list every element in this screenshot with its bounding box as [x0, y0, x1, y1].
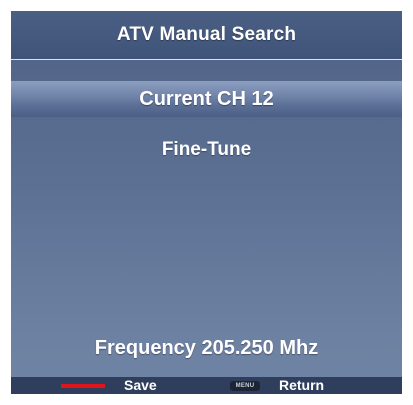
return-hint-label: Return: [279, 377, 325, 393]
red-color-key-icon: [61, 384, 105, 388]
save-hint-label: Save: [124, 377, 157, 393]
fine-tune-item[interactable]: Fine-Tune: [11, 135, 402, 165]
footer-hint-bar: Save MENU Return: [11, 377, 402, 394]
title-divider: [11, 59, 402, 60]
page-title: ATV Manual Search: [11, 11, 402, 59]
atv-manual-search-panel: ATV Manual Search Current CH 12 Fine-Tun…: [11, 11, 402, 394]
current-channel-item[interactable]: Current CH 12: [11, 81, 402, 117]
menu-key-icon: MENU: [230, 381, 260, 391]
frequency-readout: Frequency 205.250 Mhz: [94, 336, 319, 359]
